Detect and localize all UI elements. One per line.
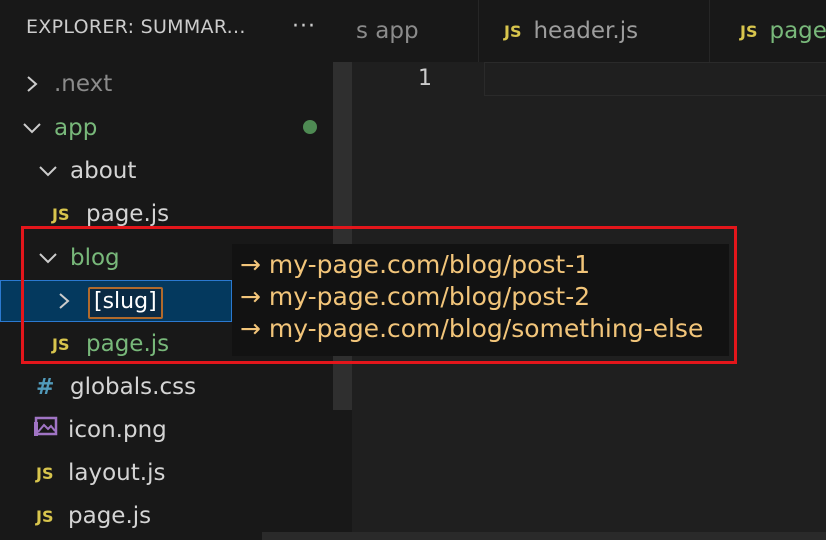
tree-item-next[interactable]: .next bbox=[0, 63, 358, 105]
chevron-down-icon bbox=[22, 122, 42, 134]
tab-page[interactable]: JS page bbox=[710, 0, 826, 62]
tree-item-label: page.js bbox=[86, 201, 170, 227]
css-file-icon: # bbox=[36, 374, 55, 400]
tree-item-about[interactable]: about bbox=[0, 150, 370, 192]
javascript-file-icon: JS bbox=[504, 21, 522, 41]
tab-header-js[interactable]: JS header.js bbox=[474, 0, 710, 62]
tab-label: page bbox=[769, 18, 826, 44]
tree-item-label: globals.css bbox=[70, 374, 197, 400]
tab-label: header.js bbox=[533, 18, 639, 44]
tree-item-label: page.js bbox=[68, 503, 152, 529]
tab-label: s app bbox=[356, 18, 419, 44]
javascript-file-icon: JS bbox=[36, 463, 54, 483]
tree-item-layout[interactable]: JS layout.js bbox=[0, 452, 368, 494]
line-number: 1 bbox=[418, 66, 432, 91]
tree-item-label: .next bbox=[54, 71, 113, 97]
tree-item-globals[interactable]: # globals.css bbox=[0, 366, 368, 408]
highlight-box bbox=[21, 226, 737, 364]
javascript-file-icon: JS bbox=[52, 204, 70, 224]
tree-item-label: app bbox=[54, 115, 98, 141]
tree-item-label: layout.js bbox=[68, 460, 166, 486]
chevron-down-icon bbox=[38, 165, 58, 177]
modified-dot-icon bbox=[303, 120, 317, 134]
chevron-right-icon bbox=[26, 74, 46, 94]
javascript-file-icon: JS bbox=[36, 506, 54, 526]
tree-item-root-page[interactable]: JS page.js bbox=[0, 495, 368, 537]
more-actions-icon[interactable]: ··· bbox=[292, 14, 316, 39]
tree-item-icon[interactable]: icon.png bbox=[0, 409, 366, 451]
image-file-icon bbox=[34, 416, 68, 444]
horizontal-scrollbar[interactable] bbox=[262, 532, 826, 540]
tree-item-label: about bbox=[70, 158, 137, 184]
javascript-file-icon: JS bbox=[740, 21, 758, 41]
tree-item-label: icon.png bbox=[68, 417, 167, 443]
current-line-highlight bbox=[484, 62, 826, 96]
tab-app[interactable]: s app bbox=[352, 0, 479, 62]
explorer-title: EXPLORER: SUMMAR... bbox=[26, 16, 246, 38]
tree-item-app[interactable]: app bbox=[0, 107, 354, 149]
